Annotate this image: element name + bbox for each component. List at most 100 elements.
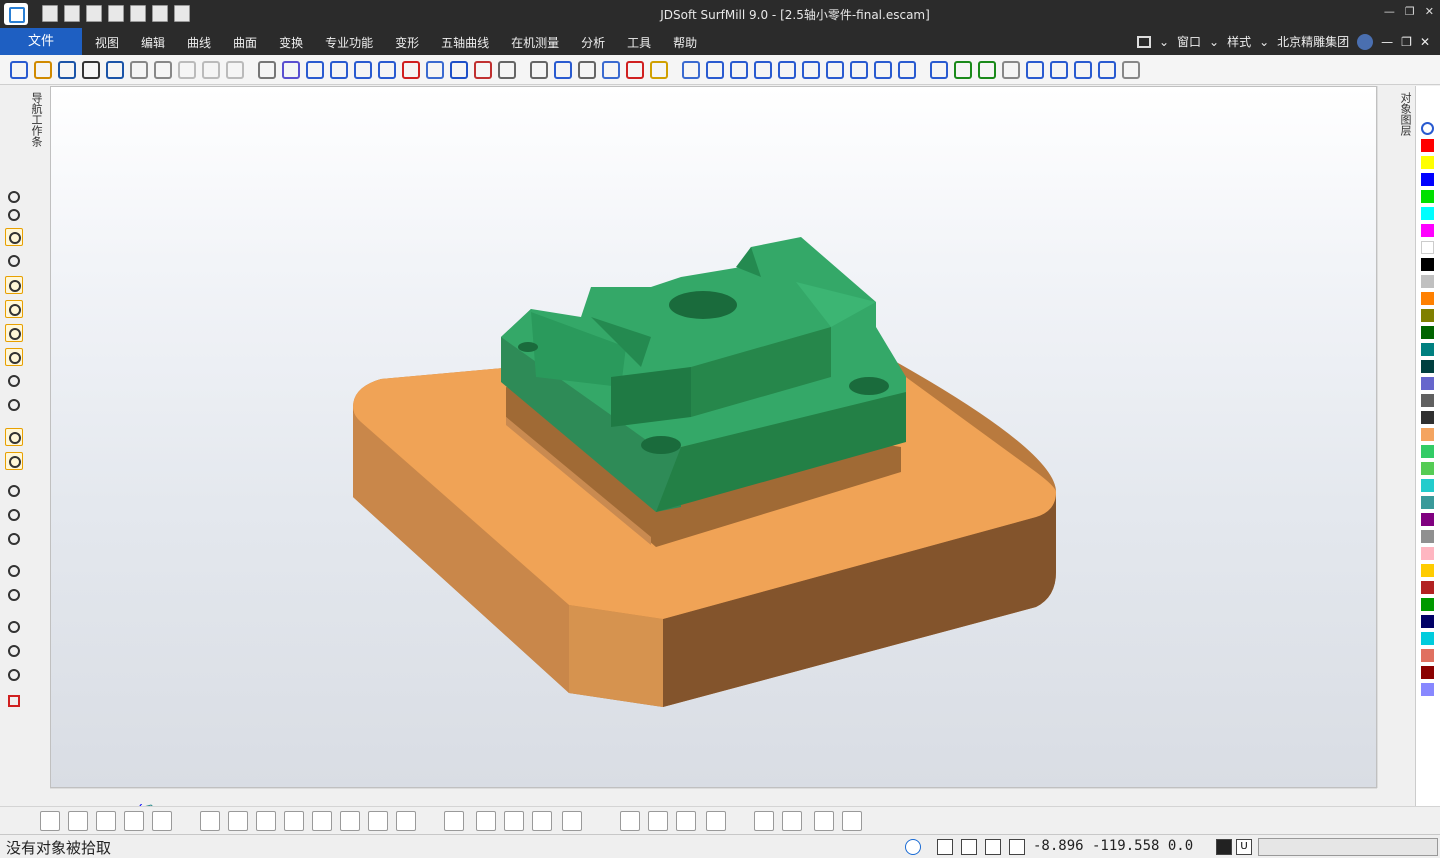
- toolbar-button-icon[interactable]: [802, 61, 820, 79]
- color-swatch[interactable]: [1421, 479, 1434, 492]
- toolbar-button-icon[interactable]: [826, 61, 844, 79]
- menu-item[interactable]: 帮助: [662, 28, 708, 55]
- toolbar-button-icon[interactable]: [282, 61, 300, 79]
- menu-item[interactable]: 在机测量: [500, 28, 570, 55]
- color-swatch[interactable]: [1421, 292, 1434, 305]
- menu-item[interactable]: 曲面: [222, 28, 268, 55]
- toolbar-button-icon[interactable]: [1074, 61, 1092, 79]
- toolbar-button-icon[interactable]: [978, 61, 996, 79]
- toolbar-button-icon[interactable]: [106, 61, 124, 79]
- object-layer-tab[interactable]: 对象图层: [1397, 92, 1413, 136]
- bottom-tool-icon[interactable]: [96, 811, 116, 831]
- close-doc-icon[interactable]: ✕: [1420, 35, 1430, 49]
- toolbar-button-icon[interactable]: [602, 61, 620, 79]
- toolbar-button-icon[interactable]: [58, 61, 76, 79]
- color-swatch[interactable]: [1421, 377, 1434, 390]
- left-tool-icon[interactable]: [5, 372, 23, 390]
- nav-workbar-tab[interactable]: 导航工作条: [28, 92, 44, 147]
- color-swatch[interactable]: [1421, 139, 1434, 152]
- bottom-tool-icon[interactable]: [228, 811, 248, 831]
- bottom-tool-icon[interactable]: [706, 811, 726, 831]
- color-swatch[interactable]: [1421, 683, 1434, 696]
- u-toggle[interactable]: U: [1236, 839, 1252, 855]
- left-tool-icon[interactable]: [5, 348, 23, 366]
- bottom-tool-icon[interactable]: [124, 811, 144, 831]
- bottom-tool-icon[interactable]: [620, 811, 640, 831]
- color-swatch[interactable]: [1421, 360, 1434, 373]
- color-swatch[interactable]: [1421, 326, 1434, 339]
- color-swatch[interactable]: [1421, 547, 1434, 560]
- left-tool-icon[interactable]: [5, 452, 23, 470]
- left-tool-icon[interactable]: [5, 506, 23, 524]
- toolbar-button-icon[interactable]: [34, 61, 52, 79]
- toolbar-button-icon[interactable]: [130, 61, 148, 79]
- toolbar-button-icon[interactable]: [330, 61, 348, 79]
- toolbar-button-icon[interactable]: [930, 61, 948, 79]
- toolbar-button-icon[interactable]: [682, 61, 700, 79]
- color-swatch[interactable]: [1421, 649, 1434, 662]
- menu-file[interactable]: 文件: [0, 28, 82, 55]
- menu-item[interactable]: 工具: [616, 28, 662, 55]
- toolbar-button-icon[interactable]: [450, 61, 468, 79]
- toolbar-button-icon[interactable]: [954, 61, 972, 79]
- color-swatch[interactable]: [1421, 156, 1434, 169]
- bottom-tool-icon[interactable]: [284, 811, 304, 831]
- color-swatch[interactable]: [1421, 462, 1434, 475]
- toolbar-button-icon[interactable]: [258, 61, 276, 79]
- menu-window[interactable]: 窗口: [1177, 33, 1201, 50]
- toolbar-button-icon[interactable]: [898, 61, 916, 79]
- color-swatch[interactable]: [1421, 173, 1434, 186]
- toolbar-button-icon[interactable]: [10, 61, 28, 79]
- refresh-icon[interactable]: [905, 839, 921, 855]
- color-swatch[interactable]: [1421, 428, 1434, 441]
- menu-item[interactable]: 五轴曲线: [430, 28, 500, 55]
- bottom-tool-icon[interactable]: [504, 811, 524, 831]
- toolbar-button-icon[interactable]: [306, 61, 324, 79]
- toolbar-button-icon[interactable]: [1026, 61, 1044, 79]
- left-tool-icon[interactable]: [5, 642, 23, 660]
- menu-item[interactable]: 编辑: [130, 28, 176, 55]
- vertical-scrollbar[interactable]: [1377, 86, 1391, 788]
- left-tool-icon[interactable]: [5, 482, 23, 500]
- restore-icon[interactable]: ❐: [1405, 5, 1415, 18]
- menu-item[interactable]: 曲线: [176, 28, 222, 55]
- toolbar-button-icon[interactable]: [1002, 61, 1020, 79]
- bottom-tool-icon[interactable]: [396, 811, 416, 831]
- left-tool-icon[interactable]: [5, 188, 23, 206]
- grid-icon[interactable]: [961, 839, 977, 855]
- fullscreen-icon[interactable]: [1136, 35, 1151, 48]
- menu-company[interactable]: 北京精雕集团: [1277, 33, 1349, 50]
- toolbar-button-icon[interactable]: [402, 61, 420, 79]
- color-swatch[interactable]: [1421, 513, 1434, 526]
- palette-settings-icon[interactable]: [1421, 122, 1434, 135]
- bottom-tool-icon[interactable]: [676, 811, 696, 831]
- toolbar-button-icon[interactable]: [1122, 61, 1140, 79]
- play-icon[interactable]: [1216, 839, 1232, 855]
- layer-icon[interactable]: [937, 839, 953, 855]
- menu-item[interactable]: 变换: [268, 28, 314, 55]
- color-swatch[interactable]: [1421, 564, 1434, 577]
- bottom-tool-icon[interactable]: [562, 811, 582, 831]
- toolbar-button-icon[interactable]: [850, 61, 868, 79]
- menu-style[interactable]: 样式: [1227, 33, 1251, 50]
- 3d-viewport[interactable]: Z X Y: [50, 86, 1377, 850]
- bottom-tool-icon[interactable]: [782, 811, 802, 831]
- bottom-tool-icon[interactable]: [340, 811, 360, 831]
- bottom-tool-icon[interactable]: [476, 811, 496, 831]
- left-tool-icon[interactable]: [5, 228, 23, 246]
- left-tool-icon[interactable]: [5, 324, 23, 342]
- color-swatch[interactable]: [1421, 275, 1434, 288]
- toolbar-button-icon[interactable]: [426, 61, 444, 79]
- color-swatch[interactable]: [1421, 598, 1434, 611]
- left-tool-icon[interactable]: [5, 276, 23, 294]
- color-swatch[interactable]: [1421, 445, 1434, 458]
- bottom-tool-icon[interactable]: [842, 811, 862, 831]
- close-icon[interactable]: ✕: [1425, 5, 1434, 18]
- color-swatch[interactable]: [1421, 190, 1434, 203]
- toolbar-button-icon[interactable]: [82, 61, 100, 79]
- toolbar-button-icon[interactable]: [1050, 61, 1068, 79]
- left-tool-icon[interactable]: [5, 428, 23, 446]
- bottom-tool-icon[interactable]: [754, 811, 774, 831]
- bottom-tool-icon[interactable]: [814, 811, 834, 831]
- toolbar-button-icon[interactable]: [706, 61, 724, 79]
